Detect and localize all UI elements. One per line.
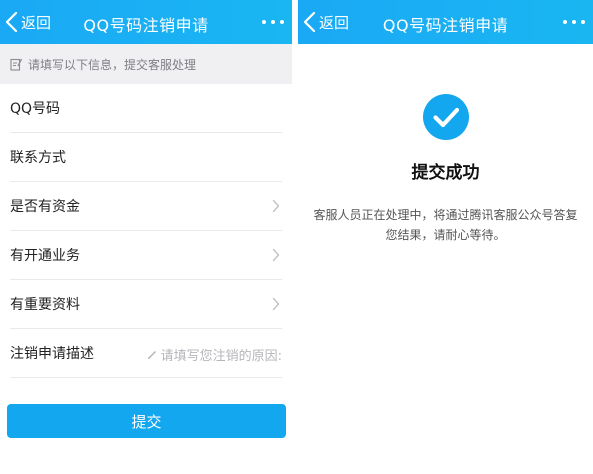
success-content: 提交成功 客服人员正在处理中，将通过腾讯客服公众号答复您结果，请耐心等待。 [298,94,593,245]
success-title: 提交成功 [411,163,480,183]
page-title: QQ号码注销申请 [382,16,509,35]
notice-text: 请填写以下信息，提交客服处理 [28,57,197,72]
application-form: QQ号码 联系方式 是否有资金 有开通业务 有重要资料 注销申请描述 请填写您注… [0,84,292,378]
nav-bar: 返回 QQ号码注销申请 [0,0,292,44]
more-dots-icon[interactable] [262,12,284,32]
services-select[interactable]: 有开通业务 [10,231,282,280]
success-screen: 返回 QQ号码注销申请 提交成功 客服人员正在处理中，将通过腾讯客服公众号答复您… [298,0,593,474]
form-screen: 返回 QQ号码注销申请 请填写以下信息，提交客服处理 QQ号码 联系方式 是否有… [0,0,292,474]
chevron-right-icon [272,297,280,311]
notice-banner: 请填写以下信息，提交客服处理 [0,44,292,84]
row-label: 有开通业务 [10,248,80,264]
edit-note-icon [10,58,22,71]
contact-field[interactable]: 联系方式 [10,133,282,182]
row-label: 有重要资料 [10,297,80,313]
placeholder-text: 请填写您注销的原因: [160,349,282,364]
has-funds-select[interactable]: 是否有资金 [10,182,282,231]
check-circle-icon [422,94,469,140]
chevron-right-icon [272,248,280,262]
nav-bar: 返回 QQ号码注销申请 [298,0,593,44]
qq-number-field[interactable]: QQ号码 [10,84,282,133]
row-label: 注销申请描述 [10,346,94,362]
row-label: 联系方式 [10,150,66,166]
reason-description-field[interactable]: 注销申请描述 请填写您注销的原因: [10,329,282,378]
submit-label: 提交 [131,412,162,431]
page-title: QQ号码注销申请 [83,16,209,35]
success-description: 客服人员正在处理中，将通过腾讯客服公众号答复您结果，请耐心等待。 [313,208,578,242]
chevron-right-icon [272,199,280,213]
submit-button[interactable]: 提交 [7,404,286,438]
reason-input-placeholder[interactable]: 请填写您注销的原因: [147,345,282,364]
row-label: QQ号码 [10,101,61,117]
important-data-select[interactable]: 有重要资料 [10,280,282,329]
more-dots-icon[interactable] [563,12,585,32]
pencil-icon [147,350,156,359]
row-label: 是否有资金 [10,199,80,215]
